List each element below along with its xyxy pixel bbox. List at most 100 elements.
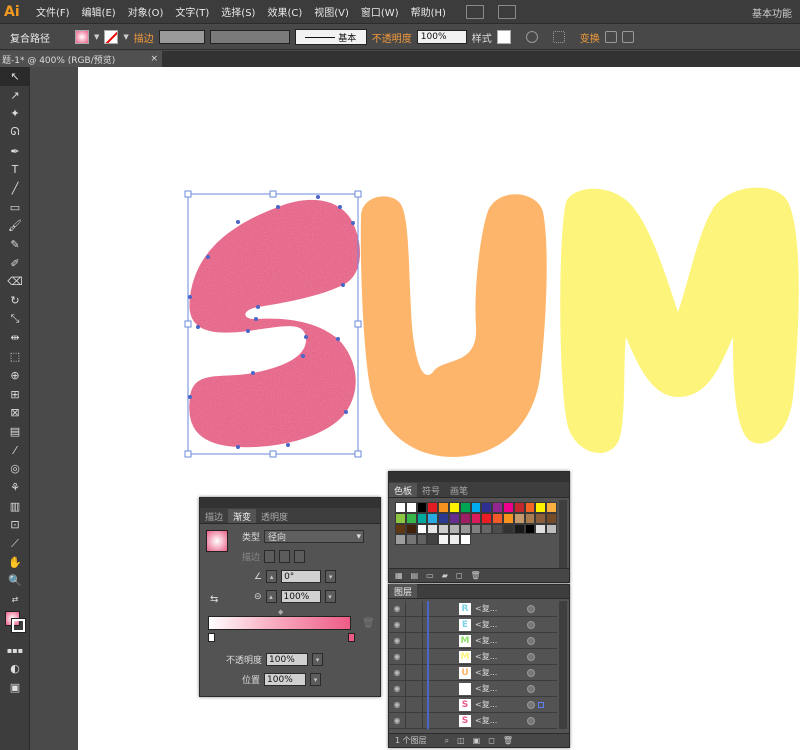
midpoint-icon[interactable]: ◆ [278, 608, 283, 616]
delete-layer-icon[interactable]: 🗑 [503, 736, 513, 745]
color-swatch[interactable] [395, 512, 406, 524]
color-swatch[interactable] [524, 512, 536, 524]
opacity-link[interactable]: 不透明度 [372, 30, 412, 45]
color-swatch[interactable] [395, 523, 406, 535]
lock-toggle[interactable] [405, 696, 423, 713]
variable-width-field[interactable] [209, 30, 290, 44]
visibility-eye-icon[interactable]: ◉ [389, 636, 405, 645]
reverse-gradient-icon[interactable]: ⇆ [210, 594, 218, 605]
stroke-gradient-option-1[interactable] [264, 550, 276, 563]
rotate-tool-icon[interactable]: ↻ [0, 291, 30, 310]
stroke-link[interactable]: 描边 [134, 30, 154, 45]
menu-object[interactable]: 对象(O) [122, 4, 170, 19]
target-circle-icon[interactable] [527, 636, 535, 645]
line-tool-icon[interactable]: ╱ [0, 179, 30, 198]
rectangle-tool-icon[interactable]: ▭ [0, 198, 30, 217]
free-transform-tool-icon[interactable]: ⬚ [0, 347, 30, 366]
menu-help[interactable]: 帮助(H) [405, 4, 452, 19]
gradient-swatch[interactable] [206, 530, 228, 552]
color-swatch[interactable] [427, 512, 439, 524]
color-swatch[interactable] [524, 523, 536, 535]
color-swatch[interactable] [535, 523, 547, 535]
blob-brush-tool-icon[interactable]: ✐ [0, 254, 30, 273]
menu-select[interactable]: 选择(S) [215, 4, 261, 19]
angle-field[interactable]: 0° [281, 570, 322, 583]
fill-swatch[interactable] [75, 30, 89, 44]
color-swatch[interactable] [416, 534, 428, 546]
paintbrush-tool-icon[interactable]: 🖌 [0, 217, 30, 236]
zoom-tool-icon[interactable]: 🔍 [0, 572, 30, 591]
shape-builder-tool-icon[interactable]: ⊕ [0, 366, 30, 385]
color-swatch[interactable] [448, 534, 460, 546]
layer-row[interactable]: ◉ S <复... [389, 712, 557, 729]
tab-layers[interactable]: 图层 [389, 584, 418, 598]
swatch-library-icon[interactable]: ▦ [395, 571, 403, 580]
delete-swatch-icon[interactable]: 🗑 [470, 571, 480, 580]
color-swatch[interactable] [535, 512, 547, 524]
layer-name[interactable]: <复... [475, 667, 513, 678]
tab-transparency[interactable]: 透明度 [256, 509, 293, 523]
aspect-stepper[interactable]: ▴ [265, 590, 277, 603]
opacity-field[interactable]: 100% [416, 30, 467, 44]
target-circle-icon[interactable] [527, 604, 535, 613]
eraser-tool-icon[interactable]: ⌫ [0, 273, 30, 292]
color-swatch[interactable] [459, 534, 471, 546]
angle-stepper[interactable]: ▴ [266, 570, 278, 583]
new-swatch-icon[interactable]: ◻ [456, 571, 463, 580]
screen-mode-icon[interactable]: ▣ [0, 678, 30, 697]
chevron-down-icon[interactable]: ▼ [123, 33, 128, 41]
color-swatch[interactable] [405, 534, 417, 546]
color-swatch[interactable] [470, 512, 482, 524]
color-swatch[interactable] [427, 502, 439, 513]
lock-toggle[interactable] [405, 680, 423, 697]
layer-row[interactable]: ◉ E <复... [389, 616, 557, 633]
visibility-eye-icon[interactable]: ◉ [389, 620, 405, 629]
lock-toggle[interactable] [405, 648, 423, 665]
gradient-type-dropdown[interactable]: 径向 ▾ [264, 530, 365, 543]
layer-name[interactable]: <复... [475, 699, 513, 710]
tab-swatches[interactable]: 色板 [389, 483, 418, 497]
lock-toggle[interactable] [405, 600, 423, 617]
align-icon[interactable] [552, 31, 565, 43]
color-swatch[interactable] [416, 502, 428, 513]
color-swatch[interactable] [448, 502, 460, 513]
graphic-style-swatch[interactable] [496, 30, 511, 44]
gradient-stop-start[interactable] [208, 633, 215, 642]
color-swatch[interactable] [524, 502, 536, 513]
color-swatch[interactable] [481, 502, 493, 513]
target-circle-icon[interactable] [527, 716, 535, 725]
selected-art-indicator[interactable] [538, 701, 544, 708]
locate-object-icon[interactable]: ⌕ [445, 736, 449, 746]
color-swatch[interactable] [438, 502, 449, 513]
tab-stroke[interactable]: 描边 [200, 509, 228, 523]
layer-name[interactable]: <复... [475, 603, 513, 614]
draw-mode-icon[interactable]: ◐ [0, 660, 30, 679]
color-swatch[interactable] [405, 502, 417, 513]
menu-icon[interactable] [621, 31, 634, 43]
letter-s-shape[interactable] [189, 199, 360, 448]
target-circle-icon[interactable] [527, 620, 535, 629]
hand-tool-icon[interactable]: ✋ [0, 553, 30, 572]
delete-stop-icon[interactable]: 🗑 [362, 618, 375, 629]
fill-stroke-indicator[interactable] [0, 609, 30, 641]
gradient-tool-icon[interactable]: ▤ [0, 422, 30, 441]
new-color-group-icon[interactable]: ▰ [442, 571, 448, 580]
color-swatch[interactable] [546, 523, 557, 535]
location-dropdown[interactable]: ▾ [310, 673, 322, 686]
visibility-eye-icon[interactable]: ◉ [389, 652, 405, 661]
swap-colors-icon[interactable]: ⇄ [0, 590, 30, 609]
pen-tool-icon[interactable]: ✒ [0, 142, 30, 161]
width-tool-icon[interactable]: ⇹ [0, 329, 30, 348]
color-swatch[interactable] [492, 512, 503, 524]
document-tab[interactable]: 题-1* @ 400% (RGB/预览) × [0, 51, 162, 67]
mesh-tool-icon[interactable]: ⊠ [0, 403, 30, 422]
close-icon[interactable]: × [150, 54, 158, 64]
gradient-slider[interactable] [208, 616, 351, 630]
color-swatch[interactable] [459, 523, 471, 535]
layer-name[interactable]: <复... [475, 715, 513, 726]
letter-u-shape[interactable] [360, 194, 547, 457]
color-swatch[interactable] [481, 512, 493, 524]
stop-opacity-dropdown[interactable]: ▾ [312, 653, 324, 666]
color-swatch[interactable] [405, 512, 417, 524]
layer-row[interactable]: ◉ M <复... [389, 632, 557, 649]
